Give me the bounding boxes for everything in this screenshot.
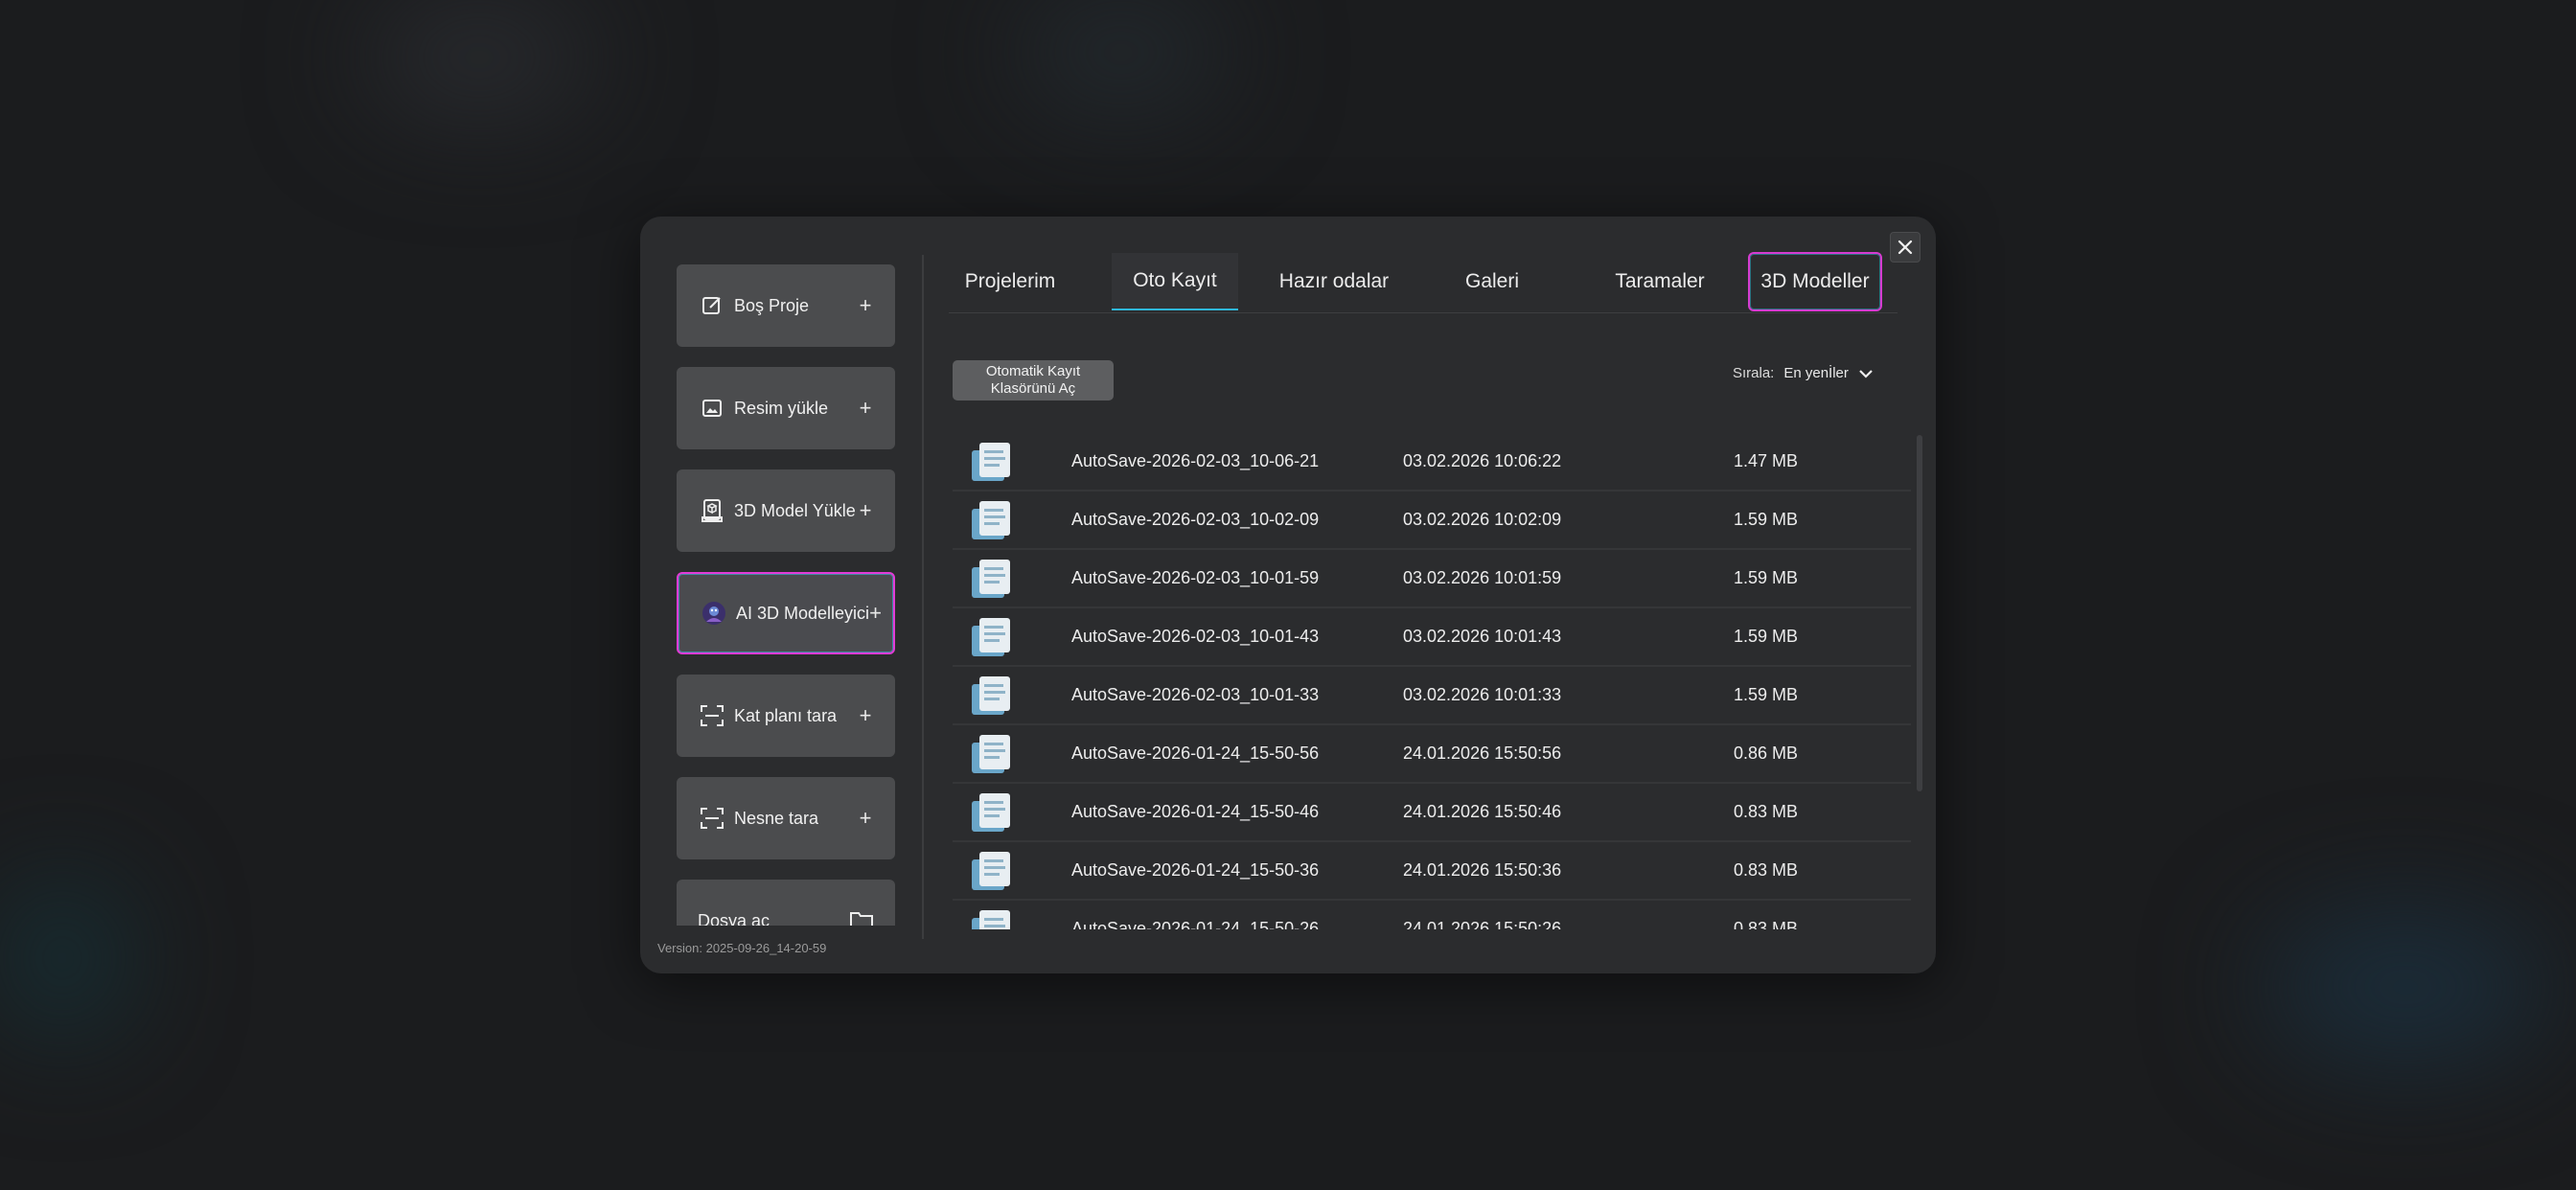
document-thumbnail-icon xyxy=(972,910,1010,929)
document-thumbnail-icon xyxy=(972,793,1010,832)
sort-label: Sırala: xyxy=(1733,365,1775,381)
file-name: AutoSave-2026-02-03_10-01-43 xyxy=(1071,627,1320,646)
sidebar-divider xyxy=(922,255,924,939)
file-date: 03.02.2026 10:06:22 xyxy=(1403,451,1562,470)
model-file-icon xyxy=(700,498,724,523)
plus-icon: + xyxy=(859,498,872,522)
sidebar-item-label: Resim yükle xyxy=(734,398,829,418)
open-autosave-folder-button[interactable]: Otomatik Kayıt Klasörünü Aç xyxy=(953,360,1114,400)
scan-icon xyxy=(700,703,724,728)
version-label: Version: 2025-09-26_14-20-59 xyxy=(657,941,827,955)
tab-projelerim[interactable]: Projelerim xyxy=(949,253,1071,310)
file-row[interactable]: AutoSave-2026-01-24_15-50-56 24.01.2026 … xyxy=(953,725,1911,784)
document-thumbnail-icon xyxy=(972,852,1010,890)
start-dialog: Boş Proje + Resim yükle + 3D Model Yükle… xyxy=(640,217,1936,973)
file-size: 1.59 MB xyxy=(1734,510,1799,529)
document-thumbnail-icon xyxy=(972,735,1010,773)
sort-dropdown[interactable]: En yenİler xyxy=(1783,365,1849,381)
sidebar: Boş Proje + Resim yükle + 3D Model Yükle… xyxy=(677,264,897,926)
image-icon xyxy=(700,396,724,421)
button-label-line: Klasörünü Aç xyxy=(990,380,1076,397)
chevron-down-icon[interactable] xyxy=(1858,368,1874,379)
tab-oto-kayit[interactable]: Oto Kayıt xyxy=(1112,253,1238,310)
tab-hazir-odalar[interactable]: Hazır odalar xyxy=(1255,253,1413,310)
open-file-button[interactable]: Dosya aç xyxy=(677,880,895,926)
file-name: AutoSave-2026-02-03_10-02-09 xyxy=(1071,510,1320,529)
file-date: 24.01.2026 15:50:26 xyxy=(1403,919,1562,929)
sidebar-item-label: Nesne tara xyxy=(734,808,819,828)
tab-3d-modeller[interactable]: 3D Modeller xyxy=(1748,252,1882,311)
file-name: AutoSave-2026-01-24_15-50-26 xyxy=(1071,919,1320,929)
file-name: AutoSave-2026-02-03_10-06-21 xyxy=(1071,451,1320,470)
file-row[interactable]: AutoSave-2026-02-03_10-02-09 03.02.2026 … xyxy=(953,492,1911,550)
new-project-button[interactable]: Boş Proje + xyxy=(677,264,895,347)
file-date: 03.02.2026 10:01:59 xyxy=(1403,568,1562,587)
background-glow xyxy=(0,881,125,1035)
file-row[interactable]: AutoSave-2026-01-24_15-50-46 24.01.2026 … xyxy=(953,784,1911,842)
file-size: 0.83 MB xyxy=(1734,919,1799,929)
file-date: 24.01.2026 15:50:56 xyxy=(1403,744,1562,763)
file-size: 0.86 MB xyxy=(1734,744,1799,763)
scan-object-button[interactable]: Nesne tara + xyxy=(677,777,895,859)
sidebar-item-label: 3D Model Yükle xyxy=(734,500,856,520)
file-size: 1.47 MB xyxy=(1734,451,1799,470)
sort-control: Sırala: En yenİler xyxy=(1733,365,1874,381)
plus-icon: + xyxy=(859,806,872,830)
folder-icon xyxy=(849,908,874,926)
file-name: AutoSave-2026-01-24_15-50-46 xyxy=(1071,802,1320,821)
file-date: 03.02.2026 10:01:43 xyxy=(1403,627,1562,646)
file-row[interactable]: AutoSave-2026-02-03_10-01-33 03.02.2026 … xyxy=(953,667,1911,725)
background-glow xyxy=(2262,910,2549,1064)
tab-bar: Projelerim Oto Kayıt Hazır odalar Galeri… xyxy=(949,252,1898,313)
plus-icon: + xyxy=(859,396,872,420)
file-date: 03.02.2026 10:02:09 xyxy=(1403,510,1562,529)
file-name: AutoSave-2026-02-03_10-01-33 xyxy=(1071,685,1320,704)
close-icon xyxy=(1898,240,1913,255)
file-row[interactable]: AutoSave-2026-02-03_10-01-43 03.02.2026 … xyxy=(953,608,1911,667)
file-size: 1.59 MB xyxy=(1734,685,1799,704)
file-date: 24.01.2026 15:50:36 xyxy=(1403,860,1562,880)
sidebar-item-label: Kat planı tara xyxy=(734,705,838,725)
document-thumbnail-icon xyxy=(972,501,1010,539)
file-size: 1.59 MB xyxy=(1734,627,1799,646)
ai-3d-modeler-button[interactable]: AI 3D Modelleyici + xyxy=(677,572,895,654)
file-row[interactable]: AutoSave-2026-01-24_15-50-26 24.01.2026 … xyxy=(953,901,1911,929)
upload-3d-model-button[interactable]: 3D Model Yükle + xyxy=(677,469,895,552)
tab-galeri[interactable]: Galeri xyxy=(1439,253,1545,310)
scan-icon xyxy=(700,806,724,831)
file-name: AutoSave-2026-01-24_15-50-36 xyxy=(1071,860,1320,880)
document-thumbnail-icon xyxy=(972,676,1010,715)
upload-image-button[interactable]: Resim yükle + xyxy=(677,367,895,449)
sidebar-item-label: Boş Proje xyxy=(734,295,810,315)
list-scrollbar[interactable] xyxy=(1917,435,1922,791)
file-row[interactable]: AutoSave-2026-02-03_10-06-21 03.02.2026 … xyxy=(953,433,1911,492)
background-glow xyxy=(364,0,594,115)
ai-avatar-icon xyxy=(702,601,726,626)
edit-icon xyxy=(700,293,724,318)
background-glow xyxy=(1016,0,1227,105)
file-row[interactable]: AutoSave-2026-02-03_10-01-59 03.02.2026 … xyxy=(953,550,1911,608)
file-size: 0.83 MB xyxy=(1734,860,1799,880)
file-row[interactable]: AutoSave-2026-01-24_15-50-36 24.01.2026 … xyxy=(953,842,1911,901)
sidebar-item-label: Dosya aç xyxy=(698,910,770,927)
file-size: 1.59 MB xyxy=(1734,568,1799,587)
document-thumbnail-icon xyxy=(972,560,1010,598)
plus-icon: + xyxy=(869,601,882,625)
document-thumbnail-icon xyxy=(972,443,1010,481)
plus-icon: + xyxy=(859,293,872,317)
sidebar-item-label: AI 3D Modelleyici xyxy=(736,603,870,623)
tab-taramaler[interactable]: Taramaler xyxy=(1581,253,1738,310)
file-date: 24.01.2026 15:50:46 xyxy=(1403,802,1562,821)
file-size: 0.83 MB xyxy=(1734,802,1799,821)
autosave-file-list: AutoSave-2026-02-03_10-06-21 03.02.2026 … xyxy=(953,433,1917,929)
file-name: AutoSave-2026-02-03_10-01-59 xyxy=(1071,568,1320,587)
file-name: AutoSave-2026-01-24_15-50-56 xyxy=(1071,744,1320,763)
button-label-line: Otomatik Kayıt xyxy=(985,363,1081,379)
scan-floor-plan-button[interactable]: Kat planı tara + xyxy=(677,675,895,757)
file-date: 03.02.2026 10:01:33 xyxy=(1403,685,1562,704)
document-thumbnail-icon xyxy=(972,618,1010,656)
plus-icon: + xyxy=(859,703,872,727)
